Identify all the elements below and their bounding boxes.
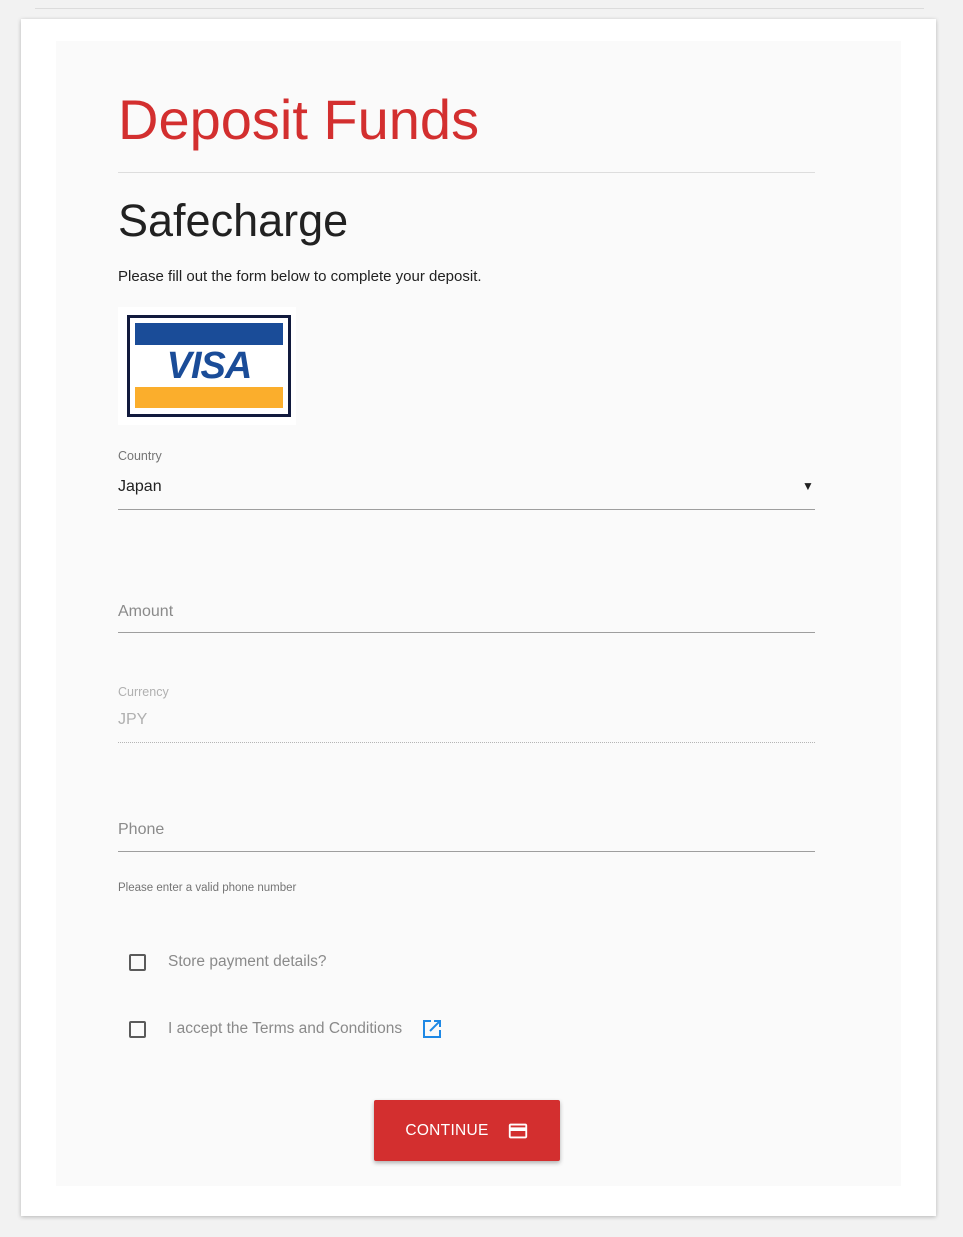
continue-label: CONTINUE [405,1121,489,1139]
terms-row: I accept the Terms and Conditions [129,1017,444,1041]
continue-button[interactable]: CONTINUE [374,1100,560,1161]
phone-hint: Please enter a valid phone number [118,882,297,894]
currency-label: Currency [118,685,169,699]
amount-input[interactable]: Amount [118,602,173,622]
store-payment-checkbox[interactable] [129,953,146,971]
country-select[interactable]: Japan [118,477,162,497]
provider-title: Safecharge [118,195,349,246]
page-title: Deposit Funds [118,88,480,151]
store-payment-row: Store payment details? [129,950,327,974]
intro-text: Please fill out the form below to comple… [118,268,482,285]
phone-underline [118,851,815,852]
phone-input[interactable]: Phone [118,820,164,840]
terms-checkbox[interactable] [129,1020,146,1038]
country-underline [118,509,815,510]
visa-stripe-gold [135,387,283,408]
top-divider [35,8,924,9]
dropdown-arrow-icon[interactable]: ▼ [802,479,814,493]
title-divider [118,172,815,173]
deposit-form-panel: Deposit Funds Safecharge Please fill out… [56,41,901,1186]
deposit-card: Deposit Funds Safecharge Please fill out… [21,19,936,1216]
store-payment-label[interactable]: Store payment details? [168,952,327,972]
terms-label[interactable]: I accept the Terms and Conditions [168,1019,402,1039]
open-in-new-icon[interactable] [420,1017,444,1041]
currency-underline [118,742,815,743]
visa-stripe-blue [135,323,283,345]
credit-card-icon [508,1123,527,1138]
visa-logo: VISA [118,307,296,425]
visa-card-image: VISA [127,315,291,417]
amount-underline [118,632,815,633]
visa-wordmark: VISA [166,345,253,387]
currency-field: JPY [118,711,148,728]
country-label: Country [118,449,162,463]
